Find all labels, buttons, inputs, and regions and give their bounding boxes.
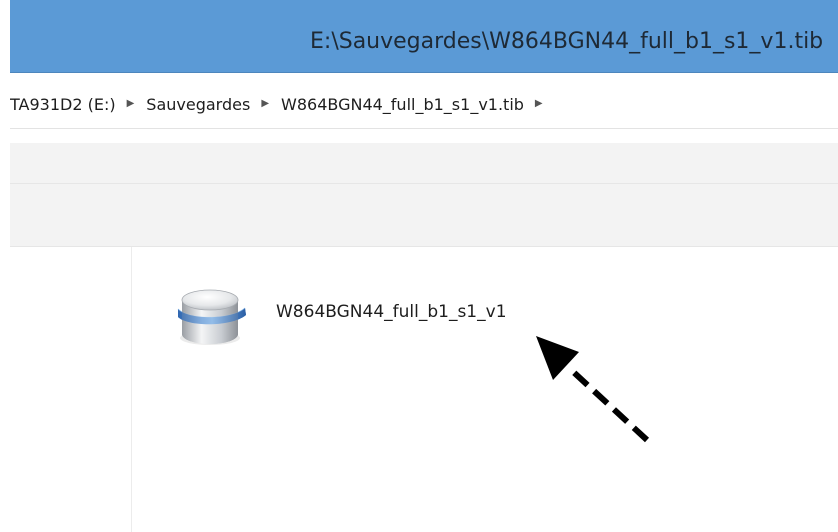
toolbar-area xyxy=(10,143,838,183)
window-title: E:\Sauvegardes\W864BGN44_full_b1_s1_v1.t… xyxy=(310,29,824,54)
file-name: W864BGN44_full_b1_s1_v1 xyxy=(276,302,507,322)
backup-disk-icon xyxy=(177,289,246,345)
navigation-pane[interactable] xyxy=(10,247,131,532)
address-bar-divider xyxy=(10,128,838,129)
file-item-backup[interactable]: W864BGN44_full_b1_s1_v1 xyxy=(166,272,586,352)
chevron-right-icon[interactable]: ▶ xyxy=(535,94,543,114)
chevron-right-icon[interactable]: ▶ xyxy=(127,94,135,114)
window-left-edge xyxy=(0,0,10,532)
breadcrumb: TA931D2 (E:) ▶ Sauvegardes ▶ W864BGN44_f… xyxy=(10,95,555,115)
address-bar[interactable]: TA931D2 (E:) ▶ Sauvegardes ▶ W864BGN44_f… xyxy=(10,73,838,143)
breadcrumb-item-drive[interactable]: TA931D2 (E:) xyxy=(10,95,116,115)
title-bar[interactable]: E:\Sauvegardes\W864BGN44_full_b1_s1_v1.t… xyxy=(10,0,838,73)
breadcrumb-item-archive[interactable]: W864BGN44_full_b1_s1_v1.tib xyxy=(281,95,524,115)
breadcrumb-item-sauvegardes[interactable]: Sauvegardes xyxy=(146,95,250,115)
dashed-arrow-icon xyxy=(536,336,650,443)
chevron-right-icon[interactable]: ▶ xyxy=(261,94,269,114)
column-header-area xyxy=(10,184,838,246)
